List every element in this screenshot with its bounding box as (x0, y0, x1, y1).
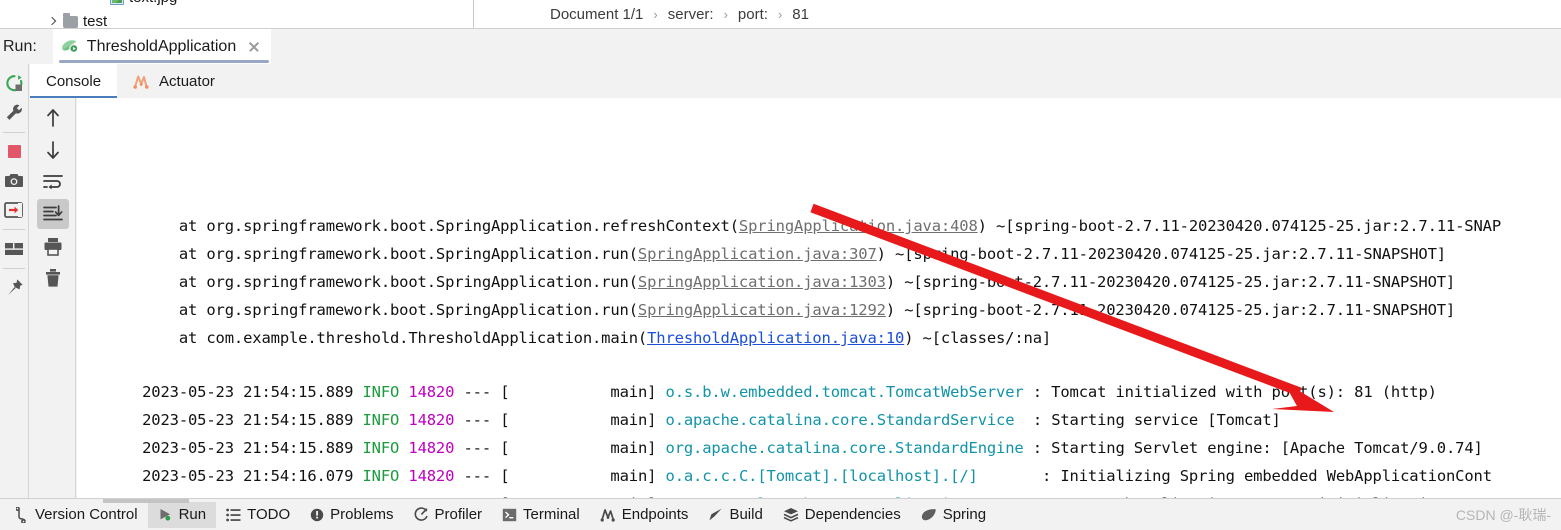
console-output[interactable]: at org.springframework.boot.SpringApplic… (77, 98, 1561, 498)
stop-icon[interactable] (1, 138, 27, 165)
status-item-version-control[interactable]: Version Control (6, 502, 148, 528)
breadcrumb: Document 1/1 › server: › port: › 81 (475, 0, 1561, 28)
status-item-label: Problems (330, 506, 394, 523)
version-control-icon (16, 506, 29, 523)
status-item-todo[interactable]: TODO (216, 502, 300, 528)
pin-icon[interactable] (1, 274, 27, 301)
rail-divider (3, 229, 25, 230)
rail-divider (3, 132, 25, 133)
status-item-profiler[interactable]: Profiler (404, 502, 493, 528)
rail-divider (3, 268, 25, 269)
status-item-build[interactable]: Build (698, 502, 772, 528)
watermark: CSDN @-耿瑞- (1455, 506, 1551, 523)
console-stack-line[interactable]: at com.example.threshold.ThresholdApplic… (87, 311, 1051, 365)
breadcrumb-item-document[interactable]: Document 1/1 (550, 6, 643, 23)
spring-boot-run-icon (61, 39, 80, 55)
scroll-to-end-icon[interactable] (36, 199, 69, 229)
status-item-problems[interactable]: Problems (300, 502, 403, 528)
status-item-terminal[interactable]: Terminal (492, 502, 590, 528)
status-item-dependencies[interactable]: Dependencies (773, 502, 911, 528)
rerun-icon[interactable] (1, 70, 27, 97)
problems-icon (310, 508, 324, 522)
tab-actuator[interactable]: Actuator (117, 64, 231, 98)
tree-item-folder[interactable]: test (48, 12, 108, 28)
tree-item-folder-label: test (83, 13, 108, 28)
status-item-label: Dependencies (804, 506, 901, 523)
console-tab-strip: Console Actuator (30, 64, 1561, 98)
stack-line-link[interactable]: ThresholdApplication.java:10 (647, 329, 904, 347)
endpoints-icon (600, 507, 616, 522)
tree-item-file[interactable]: text.jpg (110, 0, 177, 6)
status-item-spring[interactable]: Spring (911, 502, 996, 528)
arrow-down-icon[interactable] (37, 135, 69, 165)
project-tree-strip: text.jpg test Document 1/1 › server: › p… (0, 0, 1561, 28)
spring-leaf-icon (921, 508, 937, 522)
tree-item-file-label: text.jpg (129, 0, 177, 6)
camera-snapshot-icon[interactable] (1, 167, 27, 194)
close-icon[interactable] (247, 40, 261, 54)
layout-icon[interactable] (1, 235, 27, 262)
status-item-endpoints[interactable]: Endpoints (590, 502, 699, 528)
breadcrumb-separator-icon: › (653, 6, 658, 22)
terminal-icon (502, 508, 517, 522)
idea-run-window: text.jpg test Document 1/1 › server: › p… (0, 0, 1561, 530)
build-hammer-icon (708, 507, 723, 522)
dependencies-icon (783, 507, 799, 522)
breadcrumb-separator-icon: › (777, 6, 783, 22)
tab-console-label: Console (46, 72, 102, 90)
stack-line-suffix: ) ~[classes/:na] (904, 329, 1052, 347)
tab-actuator-label: Actuator (159, 72, 215, 90)
status-item-label: Run (178, 506, 207, 523)
status-item-run[interactable]: Run (147, 501, 217, 528)
status-item-label: Spring (942, 506, 987, 523)
run-toolwindow-left-rail (0, 64, 29, 498)
breadcrumb-item-port[interactable]: port: (738, 6, 768, 23)
thread-dump-icon[interactable] (1, 196, 27, 223)
breadcrumb-item-server[interactable]: server: (668, 6, 714, 23)
status-item-label: Build (729, 506, 763, 523)
tab-underline-stub (103, 499, 189, 503)
actuator-icon (133, 73, 151, 89)
arrow-up-icon[interactable] (37, 103, 69, 133)
console-toolbar-rail (30, 98, 76, 498)
status-item-label: Profiler (434, 506, 483, 523)
breadcrumb-item-value[interactable]: 81 (792, 6, 809, 23)
trash-icon[interactable] (37, 263, 69, 293)
status-item-label: Terminal (523, 506, 580, 523)
status-item-label: Version Control (35, 506, 138, 523)
wrench-settings-icon[interactable] (1, 99, 27, 126)
breadcrumb-separator-icon: › (723, 6, 728, 22)
todo-list-icon (226, 508, 241, 522)
run-toolwindow-header: Run: ThresholdApplication (0, 28, 1561, 65)
profiler-icon (414, 507, 429, 522)
console-log-line[interactable]: 2023-05-23 21:54:16.079 INFO 14820 --- [… (87, 477, 1492, 498)
stack-line-prefix: at com.example.threshold.ThresholdApplic… (142, 329, 648, 347)
run-play-icon (158, 507, 173, 522)
image-file-icon (110, 0, 124, 5)
run-configuration-tab-label: ThresholdApplication (86, 37, 237, 55)
status-item-label: Endpoints (621, 506, 689, 523)
project-tree-pane[interactable]: text.jpg test (0, 0, 474, 28)
folder-icon (63, 12, 78, 28)
soft-wrap-icon[interactable] (37, 167, 69, 197)
run-configuration-tab[interactable]: ThresholdApplication (52, 28, 272, 65)
chevron-right-icon[interactable] (48, 15, 58, 28)
run-panel-title: Run: (3, 37, 37, 55)
tab-console[interactable]: Console (30, 64, 118, 98)
status-item-label: TODO (247, 506, 291, 523)
status-bar: Version Control Run TODO Problems Profil… (0, 498, 1561, 530)
print-icon[interactable] (37, 231, 69, 261)
